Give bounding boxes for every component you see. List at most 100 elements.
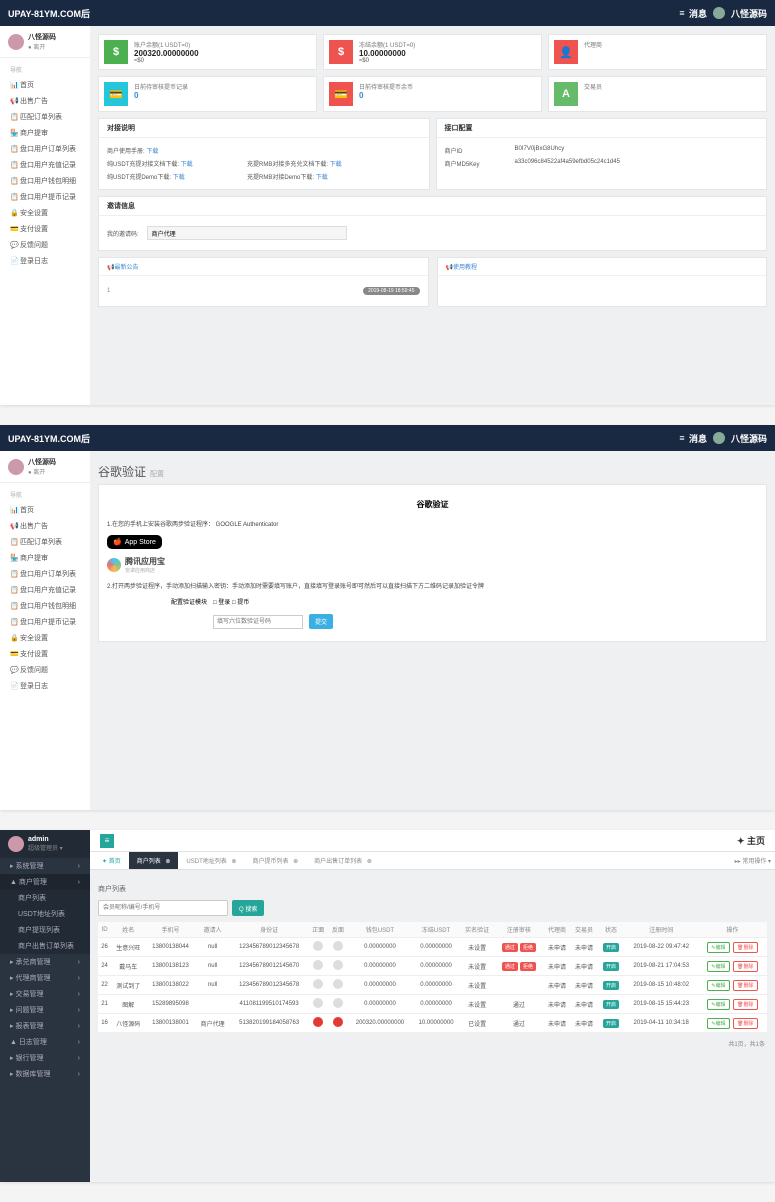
- id-front-icon[interactable]: [313, 979, 323, 989]
- delete-button[interactable]: 🗑删除: [733, 1018, 757, 1029]
- sidebar-subitem[interactable]: 商户提现列表: [0, 922, 90, 938]
- download-link[interactable]: 下载: [316, 175, 328, 181]
- sidebar-item[interactable]: 📄登录日志: [0, 253, 90, 269]
- sidebar-item[interactable]: 🏪商户提审: [0, 125, 90, 141]
- nav-header: 导航: [0, 487, 90, 502]
- download-link[interactable]: 下载: [181, 162, 193, 168]
- status-badge[interactable]: 开启: [603, 943, 619, 952]
- sidebar-item[interactable]: ▸ 交易管理›: [0, 986, 90, 1002]
- id-back-icon[interactable]: [333, 960, 343, 970]
- menu-toggle[interactable]: ≡: [675, 6, 689, 20]
- sidebar-item[interactable]: ▲ 日志管理›: [0, 1034, 90, 1050]
- edit-button[interactable]: ✎编辑: [707, 1018, 729, 1029]
- sidebar-item[interactable]: 💬反馈问题: [0, 662, 90, 678]
- delete-button[interactable]: 🗑删除: [733, 980, 757, 991]
- sidebar-item[interactable]: 📋匹配订单列表: [0, 534, 90, 550]
- user-label[interactable]: 八怪源码: [731, 432, 767, 445]
- id-back-icon[interactable]: [333, 941, 343, 951]
- sidebar-item[interactable]: 📋盘口用户订单列表: [0, 566, 90, 582]
- id-front-icon[interactable]: [313, 1017, 323, 1027]
- submit-button[interactable]: 提交: [309, 614, 333, 629]
- sidebar-item[interactable]: 📢出售广告: [0, 518, 90, 534]
- agent-card[interactable]: 👤 代理商: [548, 34, 767, 70]
- messages-link[interactable]: 消息: [689, 7, 707, 20]
- sidebar-subitem[interactable]: USDT地址列表: [0, 906, 90, 922]
- tencent-button[interactable]: 腾讯应用宝安卓应用商店: [107, 556, 758, 574]
- edit-button[interactable]: ✎编辑: [707, 999, 729, 1010]
- sidebar-item[interactable]: ▸ 系统管理›: [0, 858, 90, 874]
- id-back-icon[interactable]: [333, 979, 343, 989]
- delete-button[interactable]: 🗑删除: [733, 999, 757, 1010]
- sidebar-item[interactable]: 📋盘口用户钱包明细: [0, 173, 90, 189]
- sidebar-item[interactable]: ▸ 数据库管理›: [0, 1066, 90, 1082]
- sidebar-item[interactable]: 💳支付设置: [0, 646, 90, 662]
- user-role[interactable]: 超级管理员 ▾: [28, 843, 63, 852]
- ga-code-input[interactable]: [213, 615, 303, 629]
- menu-toggle[interactable]: ≡: [675, 431, 689, 445]
- tab[interactable]: 商户出售订单列表 ⊗: [306, 852, 380, 869]
- id-front-icon[interactable]: [313, 960, 323, 970]
- close-icon[interactable]: ⊗: [293, 859, 298, 865]
- search-input[interactable]: [98, 900, 228, 916]
- messages-link[interactable]: 消息: [689, 432, 707, 445]
- sidebar-item[interactable]: 📢出售广告: [0, 93, 90, 109]
- download-link[interactable]: 下载: [173, 175, 185, 181]
- delete-button[interactable]: 🗑删除: [733, 961, 757, 972]
- sidebar-item[interactable]: 📋盘口用户充值记录: [0, 157, 90, 173]
- sidebar-item[interactable]: ▸ 银行管理›: [0, 1050, 90, 1066]
- sidebar-item[interactable]: ▸ 承兑商管理›: [0, 954, 90, 970]
- menu-toggle[interactable]: ≡: [100, 834, 114, 848]
- sidebar-item[interactable]: 💳支付设置: [0, 221, 90, 237]
- user-avatar[interactable]: [713, 432, 725, 444]
- close-icon[interactable]: ⊗: [367, 859, 372, 865]
- tab[interactable]: 商户列表 ⊗: [129, 852, 179, 869]
- download-link[interactable]: 下载: [146, 149, 158, 155]
- cfg-options[interactable]: □ 登录 □ 提币: [213, 597, 249, 606]
- id-front-icon[interactable]: [313, 941, 323, 951]
- search-button[interactable]: Q 搜索: [232, 900, 264, 916]
- tab[interactable]: 商户提币列表 ⊗: [244, 852, 306, 869]
- user-label[interactable]: 八怪源码: [731, 7, 767, 20]
- status-badge[interactable]: 开启: [603, 962, 619, 971]
- sidebar-item[interactable]: ▸ 问题管理›: [0, 1002, 90, 1018]
- download-link[interactable]: 下载: [330, 162, 342, 168]
- status-badge[interactable]: 开启: [603, 981, 619, 990]
- sidebar-item[interactable]: 📋盘口用户充值记录: [0, 582, 90, 598]
- edit-button[interactable]: ✎编辑: [707, 980, 729, 991]
- sidebar-item[interactable]: 📋盘口用户提币记录: [0, 614, 90, 630]
- sidebar-item[interactable]: 📊首页: [0, 502, 90, 518]
- sidebar-item[interactable]: 💬反馈问题: [0, 237, 90, 253]
- home-link[interactable]: ✦ 主页: [737, 834, 765, 847]
- sidebar-item[interactable]: ▲ 商户管理›: [0, 874, 90, 890]
- id-back-icon[interactable]: [333, 998, 343, 1008]
- sidebar-item[interactable]: 🏪商户提审: [0, 550, 90, 566]
- status-badge[interactable]: 开启: [603, 1000, 619, 1009]
- sidebar-item[interactable]: ▸ 代理商管理›: [0, 970, 90, 986]
- app-store-button[interactable]: 🍎App Store: [107, 535, 162, 549]
- tab[interactable]: ✦ 首页: [94, 852, 129, 869]
- sidebar-item[interactable]: 📋盘口用户提币记录: [0, 189, 90, 205]
- sidebar-item[interactable]: 🔒安全设置: [0, 205, 90, 221]
- sidebar-item[interactable]: 📋盘口用户订单列表: [0, 141, 90, 157]
- close-icon[interactable]: ⊗: [165, 859, 170, 865]
- delete-button[interactable]: 🗑删除: [733, 942, 757, 953]
- trader-card[interactable]: A 交易员: [548, 76, 767, 112]
- tab[interactable]: USDT地址列表 ⊗: [178, 852, 244, 869]
- invite-code-input[interactable]: [147, 226, 347, 240]
- sidebar-item[interactable]: ▸ 报表管理›: [0, 1018, 90, 1034]
- status-badge[interactable]: 开启: [603, 1019, 619, 1028]
- id-front-icon[interactable]: [313, 998, 323, 1008]
- sidebar-item[interactable]: 📋盘口用户钱包明细: [0, 598, 90, 614]
- sidebar-item[interactable]: 📋匹配订单列表: [0, 109, 90, 125]
- sidebar-item[interactable]: 🔒安全设置: [0, 630, 90, 646]
- edit-button[interactable]: ✎编辑: [707, 961, 729, 972]
- sidebar-item[interactable]: 📄登录日志: [0, 678, 90, 694]
- tab-ops[interactable]: ▸▸ 常用操作 ▾: [735, 856, 771, 865]
- sidebar-subitem[interactable]: 商户出售订单列表: [0, 938, 90, 954]
- id-back-icon[interactable]: [333, 1017, 343, 1027]
- user-avatar[interactable]: [713, 7, 725, 19]
- close-icon[interactable]: ⊗: [231, 859, 236, 865]
- sidebar-item[interactable]: 📊首页: [0, 77, 90, 93]
- sidebar-subitem[interactable]: 商户列表: [0, 890, 90, 906]
- edit-button[interactable]: ✎编辑: [707, 942, 729, 953]
